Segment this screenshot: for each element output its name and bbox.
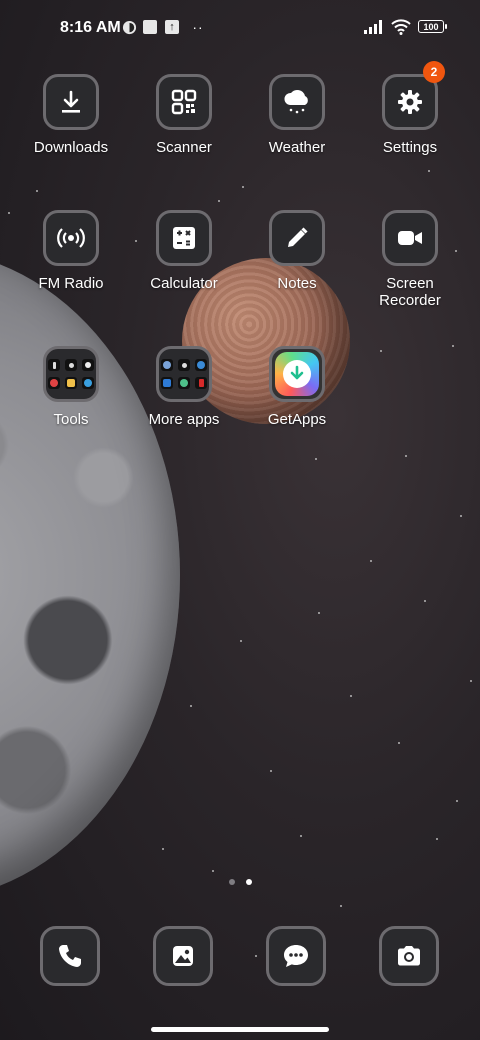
app-scanner[interactable]: Scanner xyxy=(129,74,239,156)
app-label: More apps xyxy=(148,411,220,428)
camera-icon xyxy=(379,926,439,986)
app-weather[interactable]: Weather xyxy=(242,74,352,156)
signal-icon xyxy=(364,19,386,35)
app-notes[interactable]: Notes xyxy=(242,210,352,292)
wifi-icon xyxy=(390,19,412,35)
cloud-rain-icon xyxy=(269,74,325,130)
app-settings[interactable]: 2 Settings xyxy=(355,61,465,156)
page-dot-active[interactable] xyxy=(246,879,252,885)
dock-messages[interactable] xyxy=(266,926,326,986)
phone-icon xyxy=(40,926,100,986)
clock: 8:16 AM xyxy=(60,19,121,36)
dock-camera[interactable] xyxy=(379,926,439,986)
getapps-icon xyxy=(269,346,325,402)
app-getapps[interactable]: GetApps xyxy=(242,346,352,428)
folder-icon xyxy=(43,346,99,402)
app-label: Notes xyxy=(277,275,317,292)
download-icon xyxy=(43,74,99,130)
calculator-icon xyxy=(156,210,212,266)
upload-icon: ↑ xyxy=(165,20,179,34)
page-dot[interactable] xyxy=(229,879,235,885)
status-bar: 8:16 AM ↑ ·· 100 xyxy=(0,0,480,56)
square-notification-icon xyxy=(143,20,157,34)
battery-icon: 100 xyxy=(418,20,447,33)
app-fm-radio[interactable]: FM Radio xyxy=(16,210,126,292)
gallery-icon xyxy=(153,926,213,986)
app-label: Screen Recorder xyxy=(379,275,441,309)
video-camera-icon xyxy=(382,210,438,266)
qr-scanner-icon xyxy=(156,74,212,130)
radio-icon xyxy=(43,210,99,266)
app-label: Weather xyxy=(268,139,326,156)
dock-gallery[interactable] xyxy=(153,926,213,986)
gear-icon: 2 xyxy=(382,61,445,130)
app-label: Calculator xyxy=(150,275,218,292)
app-calculator[interactable]: Calculator xyxy=(129,210,239,292)
more-dots-icon: ·· xyxy=(192,19,204,35)
app-screen-recorder[interactable]: Screen Recorder xyxy=(355,210,465,309)
app-label: Downloads xyxy=(33,139,109,156)
app-label: Settings xyxy=(382,139,438,156)
app-downloads[interactable]: Downloads xyxy=(16,74,126,156)
app-label: Tools xyxy=(53,411,89,428)
page-indicator xyxy=(229,879,252,885)
chat-icon xyxy=(266,926,326,986)
app-label: Scanner xyxy=(156,139,212,156)
folder-more-apps[interactable]: More apps xyxy=(129,346,239,428)
folder-icon xyxy=(156,346,212,402)
vpn-shield-icon xyxy=(121,19,137,35)
app-label: GetApps xyxy=(267,411,327,428)
notification-badge: 2 xyxy=(423,61,445,83)
folder-tools[interactable]: Tools xyxy=(16,346,126,428)
app-label: FM Radio xyxy=(38,275,104,292)
dock-phone[interactable] xyxy=(40,926,100,986)
pencil-icon xyxy=(269,210,325,266)
home-indicator[interactable] xyxy=(151,1027,329,1032)
